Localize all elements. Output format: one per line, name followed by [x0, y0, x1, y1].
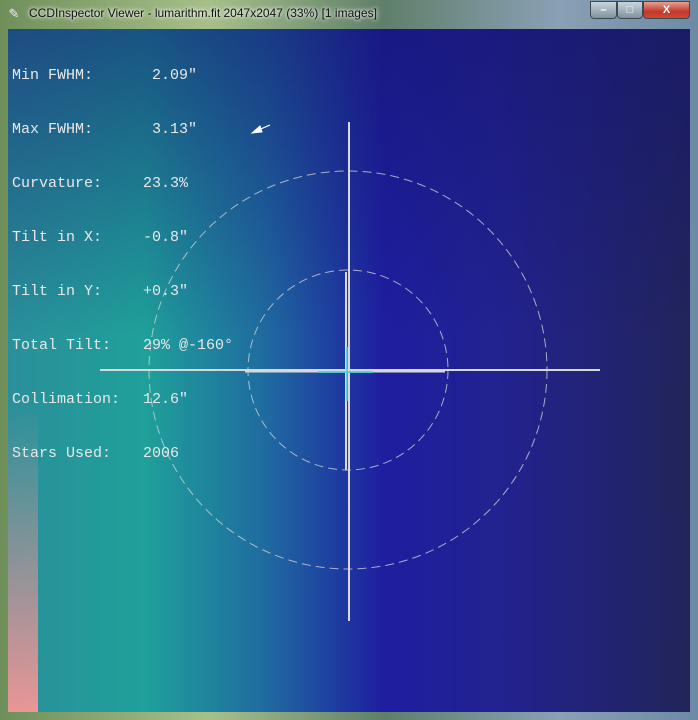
stat-curvature: Curvature: 23.3%: [12, 175, 233, 193]
stat-tilt-x: Tilt in X: -0.8": [12, 229, 233, 247]
minimize-button[interactable]: –: [590, 1, 617, 19]
stat-label: Max FWHM:: [12, 121, 94, 138]
stat-label: Total Tilt:: [12, 337, 112, 354]
stat-value: 2006: [143, 445, 180, 462]
stat-label: Curvature:: [12, 175, 103, 192]
stat-value: 2.09": [143, 67, 198, 84]
stat-value: +0.3": [143, 283, 189, 300]
stat-label: Collimation:: [12, 391, 121, 408]
stat-label: Stars Used:: [12, 445, 112, 462]
stat-label: Tilt in Y:: [12, 283, 103, 300]
stat-value: 23.3%: [143, 175, 189, 192]
stat-collimation: Collimation: 12.6": [12, 391, 233, 409]
image-viewer[interactable]: Min FWHM: 2.09" Max FWHM: 3.13" Curvatur…: [8, 29, 690, 712]
window-title: CCDInspector Viewer - lumarithm.fit 2047…: [29, 6, 377, 20]
stat-value: -0.8": [143, 229, 189, 246]
stat-stars-used: Stars Used: 2006: [12, 445, 233, 463]
stat-max-fwhm: Max FWHM: 3.13": [12, 121, 233, 139]
app-icon[interactable]: ✎: [6, 6, 22, 22]
stat-tilt-y: Tilt in Y: +0.3": [12, 283, 233, 301]
tilt-direction-arrow-icon: [250, 124, 271, 134]
stat-value: 3.13": [143, 121, 198, 138]
stats-overlay: Min FWHM: 2.09" Max FWHM: 3.13" Curvatur…: [12, 31, 233, 499]
stat-label: Min FWHM:: [12, 67, 94, 84]
stat-min-fwhm: Min FWHM: 2.09": [12, 67, 233, 85]
title-bar[interactable]: ✎ CCDInspector Viewer - lumarithm.fit 20…: [0, 0, 698, 28]
stat-total-tilt: Total Tilt: 29% @-160°: [12, 337, 233, 355]
stat-value: 12.6": [143, 391, 189, 408]
stat-label: Tilt in X:: [12, 229, 103, 246]
close-button[interactable]: X: [643, 1, 690, 19]
stat-value: 29% @-160°: [143, 337, 234, 354]
maximize-button[interactable]: □: [617, 1, 643, 19]
